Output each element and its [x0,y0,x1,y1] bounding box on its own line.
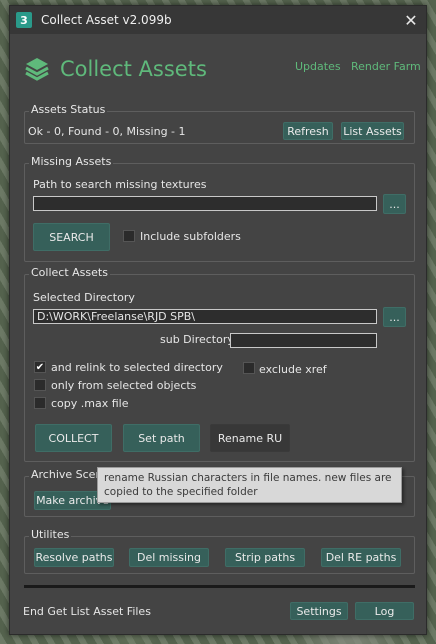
rename-ru-tooltip: rename Russian characters in file names.… [97,467,402,503]
sub-directory-input[interactable] [230,333,377,348]
missing-browse-button[interactable]: ... [383,194,406,214]
missing-path-input[interactable] [33,196,377,211]
status-text: End Get List Asset Files [23,605,151,618]
refresh-button[interactable]: Refresh [283,122,333,140]
resolve-paths-button[interactable]: Resolve paths [34,548,114,567]
selected-objects-label: only from selected objects [51,379,197,392]
selected-objects-checkbox[interactable] [34,379,46,391]
relink-checkbox[interactable]: ✔ [34,361,46,373]
exclude-xref-checkbox[interactable] [243,362,255,374]
del-missing-button[interactable]: Del missing [129,548,209,567]
collect-asset-window: 3 Collect Asset v2.099b ✕ Collect Assets… [9,5,427,635]
list-assets-button[interactable]: List Assets [341,122,404,140]
log-button[interactable]: Log [355,602,414,620]
include-subfolders-label: Include subfolders [140,230,241,243]
copy-max-label: copy .max file [51,397,129,410]
progress-bar [24,585,415,588]
collect-button[interactable]: COLLECT [35,424,112,452]
assets-status-summary: Ok - 0, Found - 0, Missing - 1 [28,125,186,138]
close-icon: ✕ [404,10,418,30]
collect-assets-logo-icon [25,58,49,81]
search-button[interactable]: SEARCH [33,223,110,251]
missing-path-label: Path to search missing textures [33,178,207,191]
sub-directory-label: sub Directory [160,333,234,346]
include-subfolders-checkbox[interactable] [123,230,135,242]
exclude-xref-label: exclude xref [259,363,327,376]
assets-status-title: Assets Status [29,103,108,116]
checkmark-icon: ✔ [35,361,45,373]
close-button[interactable]: ✕ [396,6,426,34]
render-farm-link[interactable]: Render Farm [351,60,421,73]
set-path-button[interactable]: Set path [123,424,200,452]
logo-text: Collect Assets [60,57,207,81]
settings-button[interactable]: Settings [290,602,348,620]
utilites-group: Utilites Resolve paths Del missing Strip… [24,528,415,574]
missing-assets-group: Missing Assets Path to search missing te… [24,155,415,262]
selected-directory-input[interactable]: D:\WORK\Freelanse\RJD SPB\ [33,309,377,324]
assets-status-group: Assets Status Ok - 0, Found - 0, Missing… [24,103,415,144]
3dsmax-app-icon: 3 [16,12,32,28]
del-re-paths-button[interactable]: Del RE paths [321,548,401,567]
window-title: Collect Asset v2.099b [41,13,172,27]
utilites-title: Utilites [29,528,72,541]
strip-paths-button[interactable]: Strip paths [225,548,305,567]
collect-assets-title: Collect Assets [29,266,110,279]
title-bar: 3 Collect Asset v2.099b ✕ [10,6,426,34]
selected-directory-label: Selected Directory [33,291,135,304]
updates-link[interactable]: Updates [295,60,341,73]
header: Collect Assets Updates Render Farm [10,34,426,104]
missing-assets-title: Missing Assets [29,155,114,168]
rename-ru-button[interactable]: Rename RU [210,424,290,452]
selected-dir-browse-button[interactable]: ... [383,307,406,327]
relink-label: and relink to selected directory [51,361,223,374]
copy-max-checkbox[interactable] [34,397,46,409]
collect-assets-group: Collect Assets Selected Directory D:\WOR… [24,266,415,462]
